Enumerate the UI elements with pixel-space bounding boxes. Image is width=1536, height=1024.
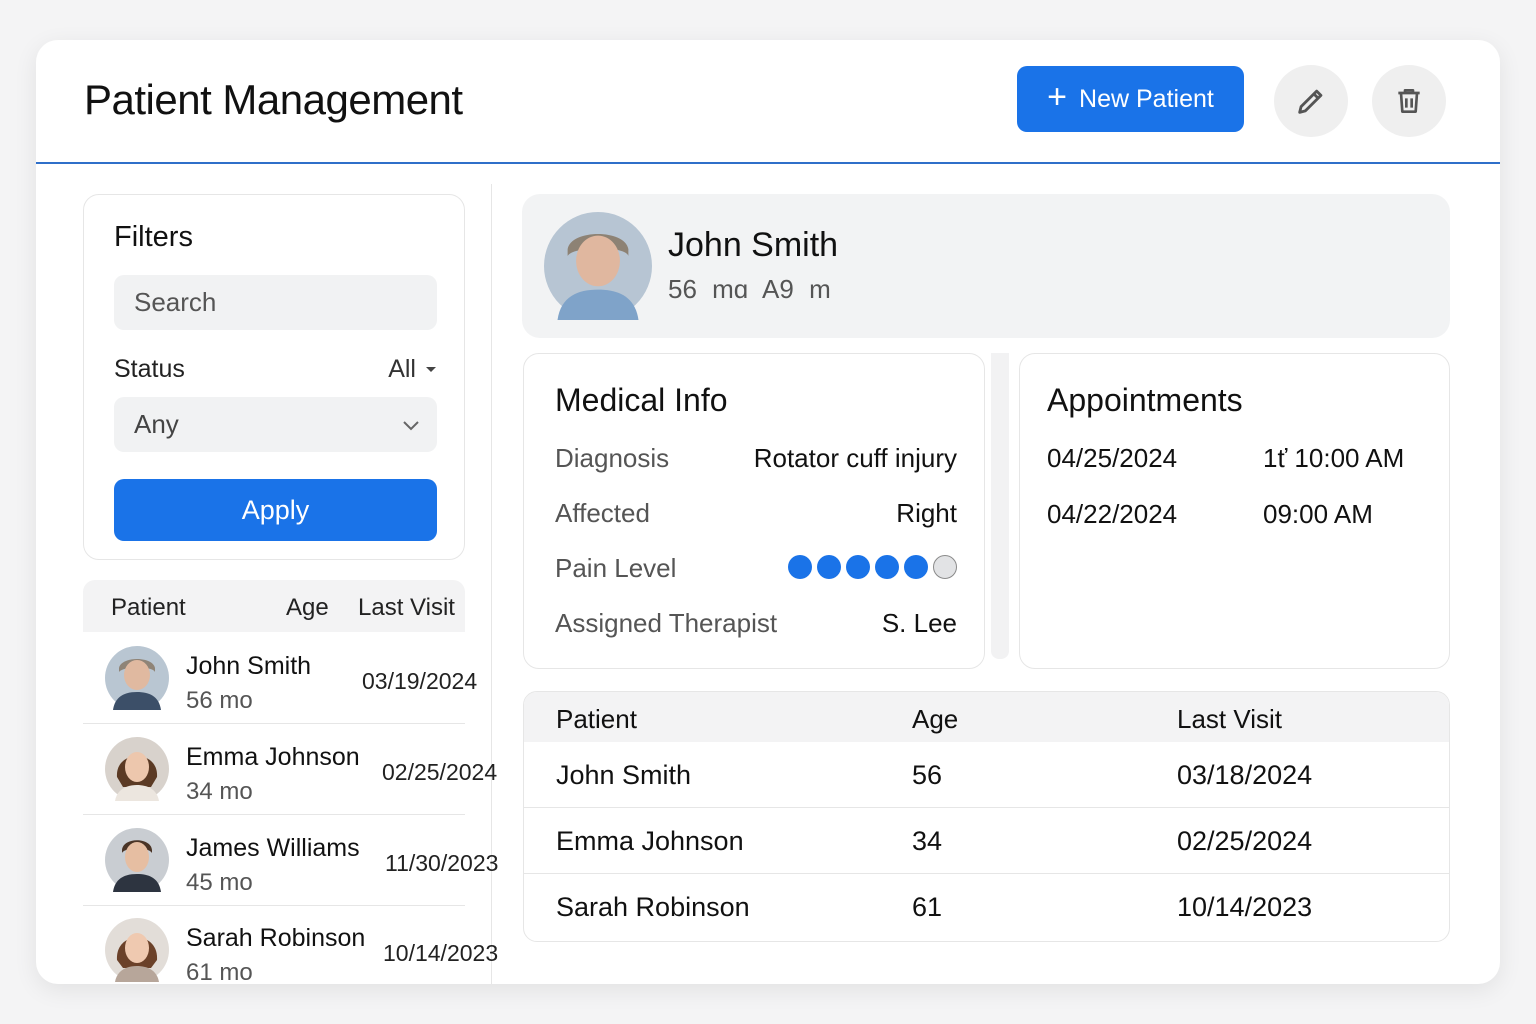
patient-age: 34 mo bbox=[186, 778, 253, 805]
patient-list-header: Patient Age Last Visit bbox=[83, 580, 465, 632]
edit-button[interactable] bbox=[1274, 65, 1348, 137]
patient-age: 45 mo bbox=[186, 869, 253, 896]
pain-dot bbox=[904, 555, 928, 579]
pain-level-rating bbox=[788, 555, 957, 579]
table-header: Patient Age Last Visit bbox=[524, 692, 1449, 742]
page-title: Patient Management bbox=[84, 76, 463, 123]
list-item[interactable]: Sarah Robinson 61 mo 10/14/2023 bbox=[83, 906, 498, 984]
medical-row-pain: Pain Level bbox=[555, 553, 957, 587]
profile-subtitle: 56 mɑ A9 m bbox=[668, 274, 831, 304]
page-header: Patient Management + New Patient bbox=[36, 40, 1500, 164]
cell-age: 34 bbox=[912, 826, 943, 856]
search-input[interactable] bbox=[114, 275, 437, 330]
column-header-age[interactable]: Age bbox=[286, 594, 329, 622]
patient-last-visit: 02/25/2024 bbox=[382, 759, 498, 785]
caret-down-icon bbox=[426, 367, 436, 372]
cell-patient: John Smith bbox=[556, 760, 692, 790]
table-row[interactable]: John Smith 56 03/18/2024 bbox=[524, 743, 1449, 808]
status-value: All bbox=[388, 355, 416, 383]
cell-age: 61 bbox=[912, 892, 943, 922]
cell-last-visit: 02/25/2024 bbox=[1177, 826, 1313, 856]
medical-row-affected: Affected Right bbox=[555, 498, 957, 532]
column-header-age[interactable]: Age bbox=[912, 704, 958, 735]
appointment-time: 1ť 10:00 AM bbox=[1263, 443, 1405, 473]
diagnosis-label: Diagnosis bbox=[555, 443, 670, 473]
patient-name: Sarah Robinson bbox=[186, 924, 366, 952]
avatar bbox=[105, 646, 169, 710]
therapist-value: S. Lee bbox=[881, 608, 957, 638]
appointment-date: 04/25/2024 bbox=[1047, 443, 1178, 473]
new-patient-button[interactable]: + New Patient bbox=[1017, 66, 1244, 132]
appointment-item[interactable]: 04/25/2024 1ť 10:00 AM bbox=[1047, 443, 1427, 474]
patient-name: James Williams bbox=[186, 834, 360, 862]
pain-dot bbox=[788, 555, 812, 579]
table-row[interactable]: Emma Johnson 34 02/25/2024 bbox=[524, 809, 1449, 874]
list-item[interactable]: James Williams 45 mo 11/30/2023 bbox=[83, 816, 498, 906]
patient-last-visit: 10/14/2023 bbox=[383, 940, 499, 966]
filters-title: Filters bbox=[114, 221, 193, 253]
avatar bbox=[105, 737, 169, 801]
affected-label: Affected bbox=[555, 498, 650, 528]
pain-dot bbox=[846, 555, 870, 579]
column-header-last-visit[interactable]: Last Visit bbox=[1177, 704, 1282, 735]
medical-row-diagnosis: Diagnosis Rotator cuff injury bbox=[555, 443, 957, 477]
list-item[interactable]: Emma Johnson 34 mo 02/25/2024 bbox=[83, 725, 497, 815]
filters-panel: Filters Status All Any Apply bbox=[83, 194, 465, 560]
select-value: Any bbox=[134, 409, 179, 439]
medical-info-title: Medical Info bbox=[555, 382, 728, 418]
pain-dot bbox=[933, 555, 957, 579]
profile-name: John Smith bbox=[668, 226, 839, 264]
column-header-last-visit[interactable]: Last Visit bbox=[358, 594, 455, 622]
status-select[interactable]: Any bbox=[114, 397, 437, 452]
cell-last-visit: 10/14/2023 bbox=[1177, 892, 1313, 922]
cell-patient: Emma Johnson bbox=[556, 826, 744, 856]
medical-info-card: Medical Info Diagnosis Rotator cuff inju… bbox=[523, 353, 985, 669]
patient-last-visit: 03/19/2024 bbox=[362, 668, 478, 694]
table-row[interactable]: Sarah Robinson 61 10/14/2023 bbox=[524, 875, 1449, 940]
pencil-icon bbox=[1298, 89, 1323, 114]
trash-icon bbox=[1398, 89, 1420, 113]
medical-row-therapist: Assigned Therapist S. Lee bbox=[555, 608, 957, 642]
avatar bbox=[544, 212, 652, 320]
appointments-title: Appointments bbox=[1047, 382, 1243, 418]
chevron-down-icon bbox=[403, 421, 419, 431]
column-header-patient[interactable]: Patient bbox=[111, 594, 186, 622]
patient-profile-card: John Smith 56 mɑ A9 m bbox=[522, 194, 1450, 338]
plus-icon: + bbox=[1047, 78, 1068, 116]
patient-last-visit: 11/30/2023 bbox=[385, 850, 499, 876]
patient-name: Emma Johnson bbox=[186, 743, 360, 771]
pain-dot bbox=[817, 555, 841, 579]
app-window: Patient Management + New Patient Filters… bbox=[36, 40, 1500, 984]
delete-button[interactable] bbox=[1372, 65, 1446, 137]
cell-age: 56 bbox=[912, 760, 943, 790]
list-item[interactable]: John Smith 56 mo 03/19/2024 bbox=[83, 634, 477, 724]
column-header-patient[interactable]: Patient bbox=[556, 704, 637, 735]
affected-value: Right bbox=[896, 498, 957, 528]
cell-patient: Sarah Robinson bbox=[556, 892, 750, 922]
diagnosis-value: Rotator cuff injury bbox=[753, 443, 957, 473]
appointment-date: 04/22/2024 bbox=[1047, 499, 1178, 529]
patient-age: 61 mo bbox=[186, 959, 253, 984]
patient-age: 56 mo bbox=[186, 687, 253, 714]
pain-dot bbox=[875, 555, 899, 579]
therapist-label: Assigned Therapist bbox=[555, 608, 778, 638]
status-label: Status bbox=[114, 355, 185, 383]
appointments-card: Appointments 04/25/2024 1ť 10:00 AM 04/2… bbox=[1019, 353, 1450, 669]
cell-last-visit: 03/18/2024 bbox=[1177, 760, 1313, 790]
apply-button[interactable]: Apply bbox=[114, 479, 437, 541]
new-patient-label: New Patient bbox=[1079, 84, 1214, 113]
status-dropdown[interactable]: All bbox=[388, 355, 436, 384]
pain-level-label: Pain Level bbox=[555, 553, 677, 583]
appointment-item[interactable]: 04/22/2024 09:00 AM bbox=[1047, 499, 1427, 530]
patient-name: John Smith bbox=[186, 652, 312, 680]
patient-table: Patient Age Last Visit John Smith 56 03/… bbox=[523, 691, 1450, 942]
avatar bbox=[105, 918, 169, 982]
avatar bbox=[105, 828, 169, 892]
appointment-time: 09:00 AM bbox=[1263, 499, 1373, 529]
card-scrollbar[interactable] bbox=[991, 353, 1009, 659]
